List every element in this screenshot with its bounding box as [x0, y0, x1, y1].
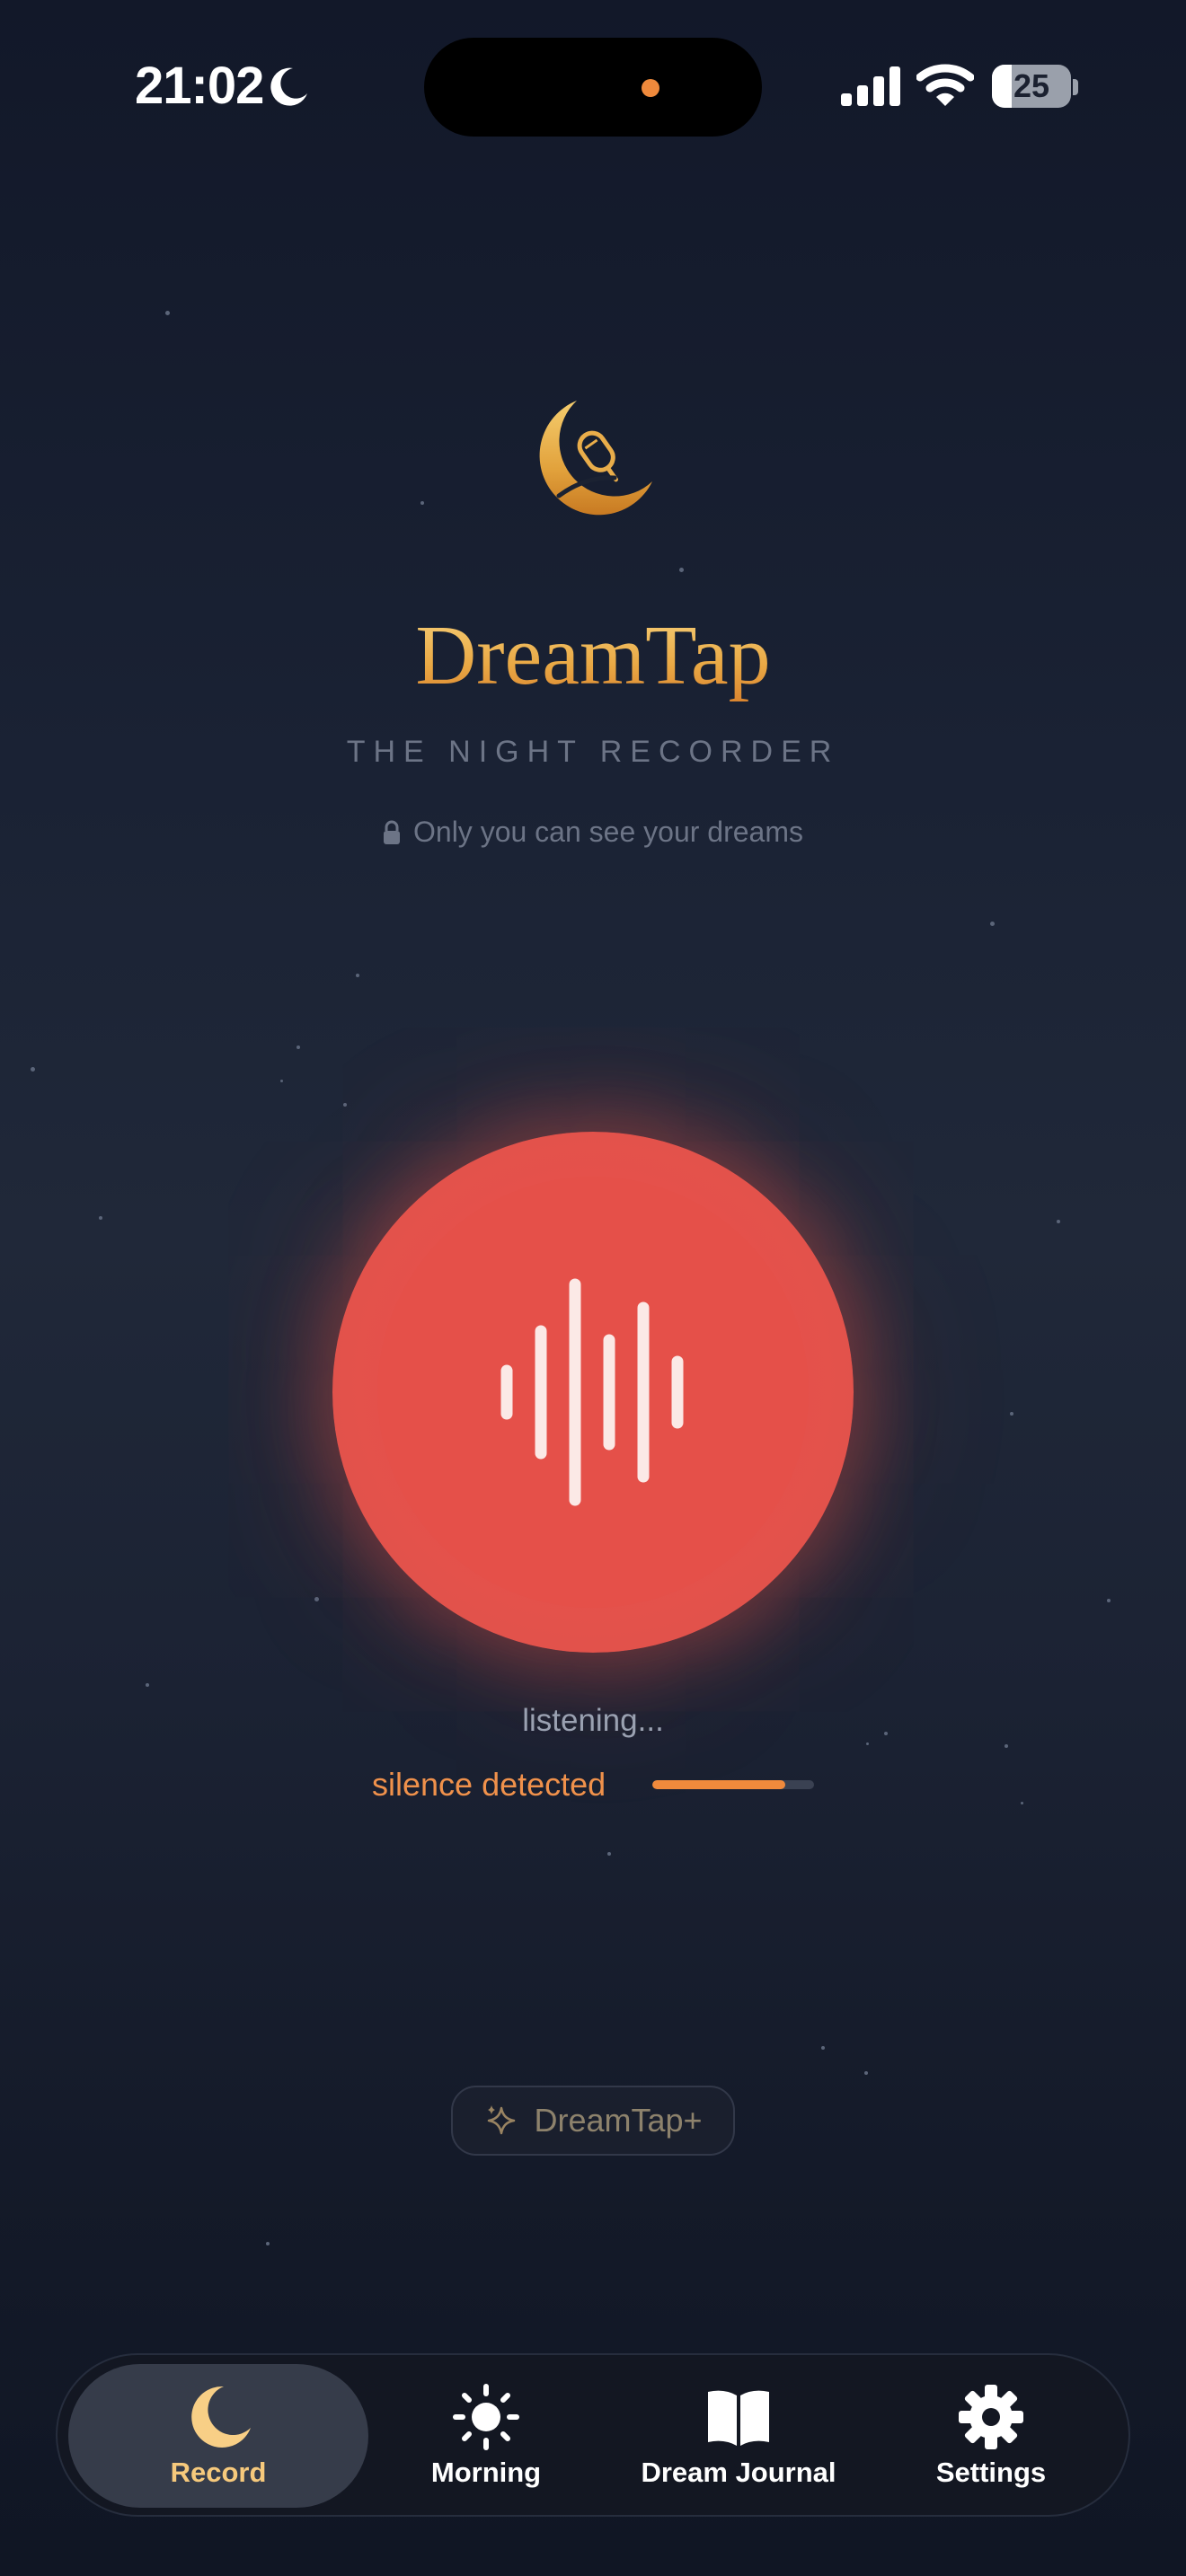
star-dot — [99, 1216, 102, 1220]
star-dot — [679, 568, 684, 572]
battery-fill — [992, 65, 1012, 108]
battery-cap — [1073, 79, 1078, 95]
star-dot — [1057, 1220, 1060, 1223]
book-icon — [708, 2390, 769, 2446]
tab-record[interactable]: Record — [68, 2364, 368, 2508]
sun-icon — [453, 2384, 519, 2450]
star-dot — [864, 2071, 868, 2075]
star-dot — [314, 1597, 319, 1601]
tab-morning[interactable]: Morning — [383, 2364, 589, 2508]
star-dot — [31, 1067, 35, 1072]
tab-record-label: Record — [170, 2457, 267, 2488]
tab-dream-journal[interactable]: Dream Journal — [604, 2364, 873, 2508]
tab-settings[interactable]: Settings — [888, 2364, 1094, 2508]
app-title: DreamTap — [0, 607, 1186, 704]
privacy-text: Only you can see your dreams — [413, 816, 803, 848]
star-dot — [1021, 1802, 1023, 1804]
star-dot — [607, 1852, 611, 1856]
star-dot — [821, 2046, 825, 2050]
crescent-moon-microphone-icon — [539, 401, 652, 516]
star-dot — [1107, 1599, 1111, 1602]
dynamic-island — [424, 38, 762, 137]
star-dot — [146, 1683, 149, 1687]
moon-icon — [270, 67, 307, 106]
star-dot — [1005, 1744, 1008, 1748]
record-button[interactable] — [332, 1132, 854, 1653]
tab-settings-label: Settings — [935, 2457, 1047, 2488]
recording-status: listening... — [522, 1703, 664, 1738]
tab-bar: Record Morning Dream Journal Settings — [56, 2353, 1130, 2517]
star-dot — [420, 501, 424, 505]
star-dot — [990, 922, 995, 926]
cellular-signal-icon — [841, 66, 900, 106]
tab-dream-journal-label: Dream Journal — [641, 2457, 836, 2488]
silence-progress-fill — [652, 1780, 785, 1789]
star-dot — [356, 974, 359, 977]
status-time: 21:02 — [135, 57, 264, 115]
star-dot — [296, 1045, 300, 1049]
moon-icon — [191, 2386, 251, 2448]
recording-indicator-dot — [642, 79, 659, 97]
privacy-note: Only you can see your dreams — [0, 816, 1186, 849]
silence-progress-track — [652, 1780, 814, 1789]
battery-indicator: 25 — [992, 65, 1071, 108]
dreamtap-plus-label: DreamTap+ — [534, 2102, 703, 2139]
wifi-icon — [916, 64, 974, 106]
star-dot — [866, 1742, 869, 1745]
dreamtap-plus-button[interactable]: DreamTap+ — [451, 2086, 735, 2156]
record-screen: 21:02 25 DreamTap THE NIGHT RECORDER Onl… — [0, 0, 1186, 2576]
gear-icon — [959, 2385, 1023, 2449]
sparkle-icon — [488, 2105, 516, 2135]
silence-indicator: silence detected — [372, 1762, 839, 1807]
lock-icon — [384, 820, 400, 844]
star-dot — [280, 1080, 283, 1082]
silence-label: silence detected — [372, 1766, 606, 1803]
star-dot — [343, 1103, 347, 1107]
tab-morning-label: Morning — [430, 2457, 542, 2488]
battery-level: 25 — [1013, 67, 1050, 104]
star-dot — [266, 2242, 270, 2245]
app-subtitle: THE NIGHT RECORDER — [346, 735, 840, 769]
star-dot — [1010, 1412, 1013, 1416]
star-dot — [165, 311, 170, 315]
